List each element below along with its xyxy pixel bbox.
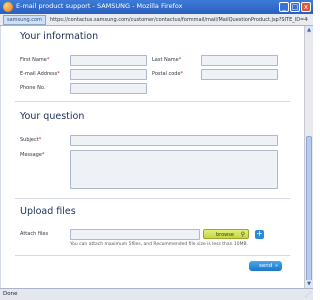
section-title-information: Your information (20, 31, 99, 42)
minimize-button[interactable]: _ (279, 2, 289, 12)
title-bar: E-mail product support - SAMSUNG - Mozil… (0, 0, 313, 14)
browse-button[interactable]: browse ⚲ (203, 229, 249, 239)
url-field[interactable]: https://contactus.samsung.com/customer/c… (50, 15, 308, 25)
attach-file-input[interactable] (70, 229, 200, 240)
send-button[interactable]: send » (249, 261, 282, 271)
divider (15, 255, 290, 256)
email-label: E-mail Address* (20, 71, 60, 77)
attach-files-label: Attach files (20, 231, 49, 237)
scroll-down-icon[interactable]: ▼ (305, 280, 313, 288)
last-name-label: Last Name* (152, 57, 182, 63)
section-title-question: Your question (20, 111, 85, 122)
status-text: Done (3, 291, 18, 297)
page-content: Your information First Name* Last Name* … (1, 26, 304, 288)
phone-label: Phone No. (20, 85, 46, 91)
add-file-button[interactable]: + (255, 230, 264, 239)
firefox-icon (3, 2, 13, 12)
postal-code-label: Postal code* (152, 71, 184, 77)
scroll-up-icon[interactable]: ▲ (305, 26, 313, 34)
message-label: Message* (20, 152, 45, 158)
email-input[interactable] (70, 69, 147, 80)
status-bar: Done ⋰ (0, 288, 313, 300)
close-button[interactable]: x (301, 2, 311, 12)
upload-hint: You can attach maximum 5files, and Recom… (70, 242, 249, 247)
maximize-button[interactable]: □ (290, 2, 300, 12)
double-arrow-icon: » (274, 263, 278, 269)
address-bar: samsung.com https://contactus.samsung.co… (0, 14, 313, 26)
window-controls: _ □ x (279, 2, 311, 12)
phone-input[interactable] (70, 83, 147, 94)
divider (15, 198, 290, 199)
first-name-input[interactable] (70, 55, 147, 66)
window-title: E-mail product support - SAMSUNG - Mozil… (16, 2, 183, 10)
subject-label: Subject* (20, 137, 42, 143)
divider (15, 101, 290, 102)
resize-grip-icon[interactable]: ⋰ (305, 291, 311, 298)
first-name-label: First Name* (20, 57, 50, 63)
magnifier-icon: ⚲ (240, 231, 245, 238)
site-identity-button[interactable]: samsung.com (3, 15, 46, 25)
postal-code-input[interactable] (201, 69, 278, 80)
last-name-input[interactable] (201, 55, 278, 66)
section-title-upload: Upload files (20, 206, 76, 217)
browse-label: browse (216, 232, 234, 238)
send-label: send (259, 263, 273, 269)
subject-input[interactable] (70, 135, 278, 146)
scroll-thumb[interactable] (306, 136, 312, 286)
browser-window: E-mail product support - SAMSUNG - Mozil… (0, 0, 313, 300)
message-textarea[interactable] (70, 150, 278, 189)
vertical-scrollbar[interactable]: ▲ ▼ (304, 26, 313, 288)
